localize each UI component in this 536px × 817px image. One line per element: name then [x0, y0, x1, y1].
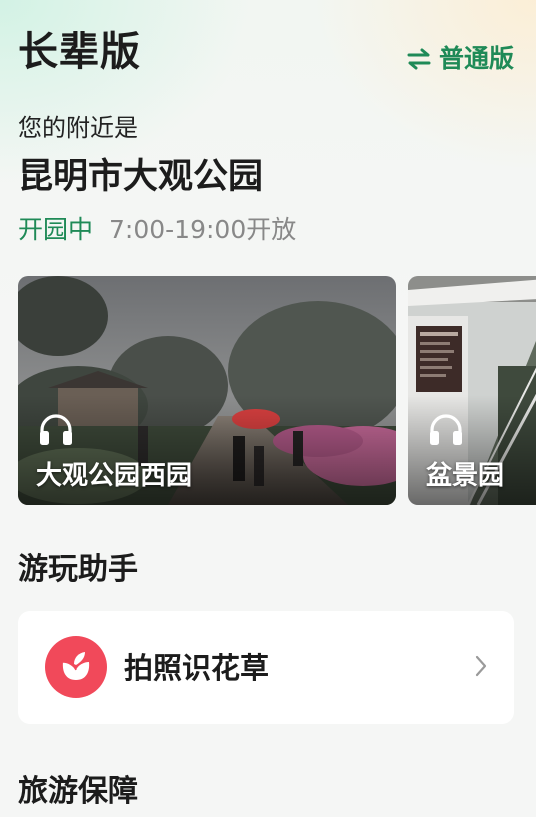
open-status: 开园中: [18, 215, 94, 244]
guarantee-section-title: 旅游保障: [18, 774, 138, 809]
page-title: 长辈版: [18, 29, 141, 75]
mode-switch-button[interactable]: 普通版: [407, 42, 514, 76]
park-status-row: 开园中 7:00-19:00开放: [18, 212, 296, 248]
swap-arrows-icon: [407, 48, 431, 70]
audio-guide-label: 大观公园西园: [36, 461, 193, 491]
nearby-label: 您的附近是: [18, 114, 138, 142]
plant-identification-label: 拍照识花草: [124, 651, 270, 685]
mode-switch-label: 普通版: [438, 44, 514, 73]
flower-icon: [45, 636, 107, 698]
chevron-right-icon: [474, 654, 488, 682]
plant-identification-item[interactable]: 拍照识花草: [18, 611, 514, 724]
headphones-icon: [38, 412, 74, 450]
open-hours: 7:00-19:00开放: [109, 215, 297, 244]
audio-guide-label: 盆景园: [426, 461, 505, 491]
assistant-section-title: 游玩助手: [18, 552, 138, 587]
headphones-icon: [428, 412, 464, 450]
audio-guide-card-west-garden[interactable]: 大观公园西园: [18, 276, 396, 505]
audio-guide-card-bonsai-garden[interactable]: 盆景园: [408, 276, 536, 505]
location-name: 昆明市大观公园: [18, 157, 264, 197]
